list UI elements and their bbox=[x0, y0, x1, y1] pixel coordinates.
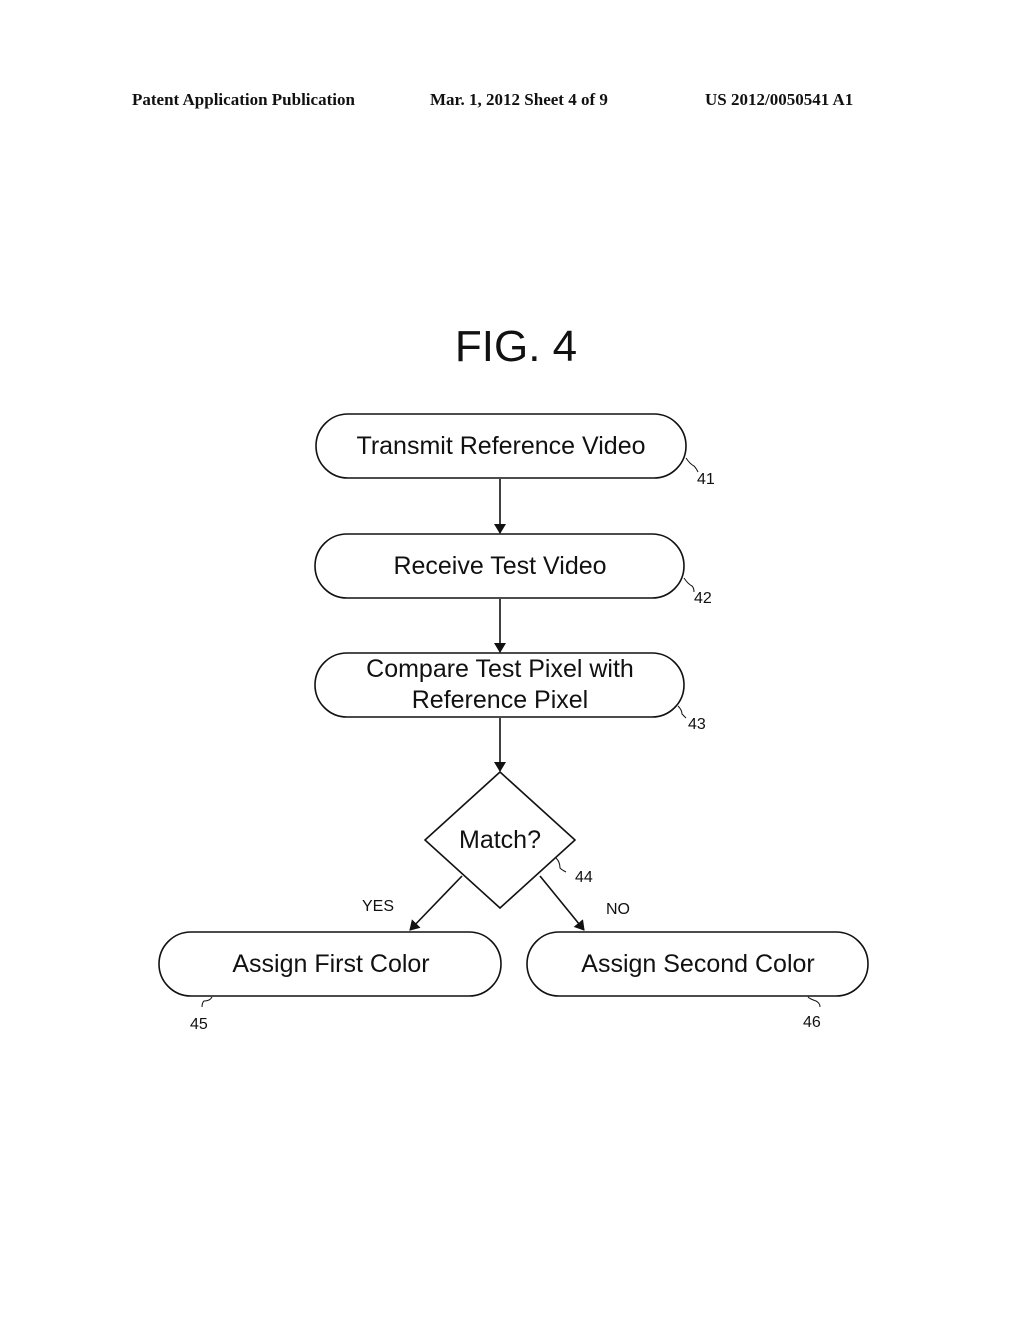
node-label-line-2: Reference Pixel bbox=[412, 686, 588, 714]
edge-label-no: NO bbox=[606, 901, 630, 918]
node-receive-test-video: Receive Test Video bbox=[314, 533, 685, 599]
ref-number-41: 41 bbox=[697, 471, 715, 488]
ref-leader-42 bbox=[683, 577, 695, 593]
ref-leader-41 bbox=[685, 457, 699, 473]
ref-number-43: 43 bbox=[688, 716, 706, 733]
ref-leader-45 bbox=[201, 996, 213, 1008]
edge-label-yes: YES bbox=[362, 898, 394, 915]
node-compare-test-pixel: Compare Test Pixel with Reference Pixel bbox=[314, 652, 685, 718]
node-match-decision: Match? bbox=[423, 770, 577, 910]
node-transmit-reference-video: Transmit Reference Video bbox=[315, 413, 687, 479]
node-assign-first-color: Assign First Color bbox=[158, 931, 502, 997]
node-assign-second-color: Assign Second Color bbox=[526, 931, 869, 997]
ref-number-42: 42 bbox=[694, 590, 712, 607]
node-label: Receive Test Video bbox=[393, 552, 606, 580]
ref-number-46: 46 bbox=[803, 1014, 821, 1031]
node-label: Assign First Color bbox=[232, 950, 429, 978]
ref-leader-46 bbox=[807, 996, 821, 1008]
flowchart: Transmit Reference Video 41 Receive Test… bbox=[158, 413, 869, 1033]
node-label: Match? bbox=[459, 826, 541, 854]
ref-number-44: 44 bbox=[575, 869, 593, 886]
ref-number-45: 45 bbox=[190, 1016, 208, 1033]
ref-leader-43 bbox=[677, 705, 687, 719]
node-label-line-1: Compare Test Pixel with bbox=[366, 655, 634, 683]
node-label: Assign Second Color bbox=[581, 950, 814, 978]
edge-44-45-yes bbox=[409, 875, 463, 931]
node-label: Transmit Reference Video bbox=[356, 432, 645, 460]
ref-leader-44 bbox=[555, 857, 567, 873]
